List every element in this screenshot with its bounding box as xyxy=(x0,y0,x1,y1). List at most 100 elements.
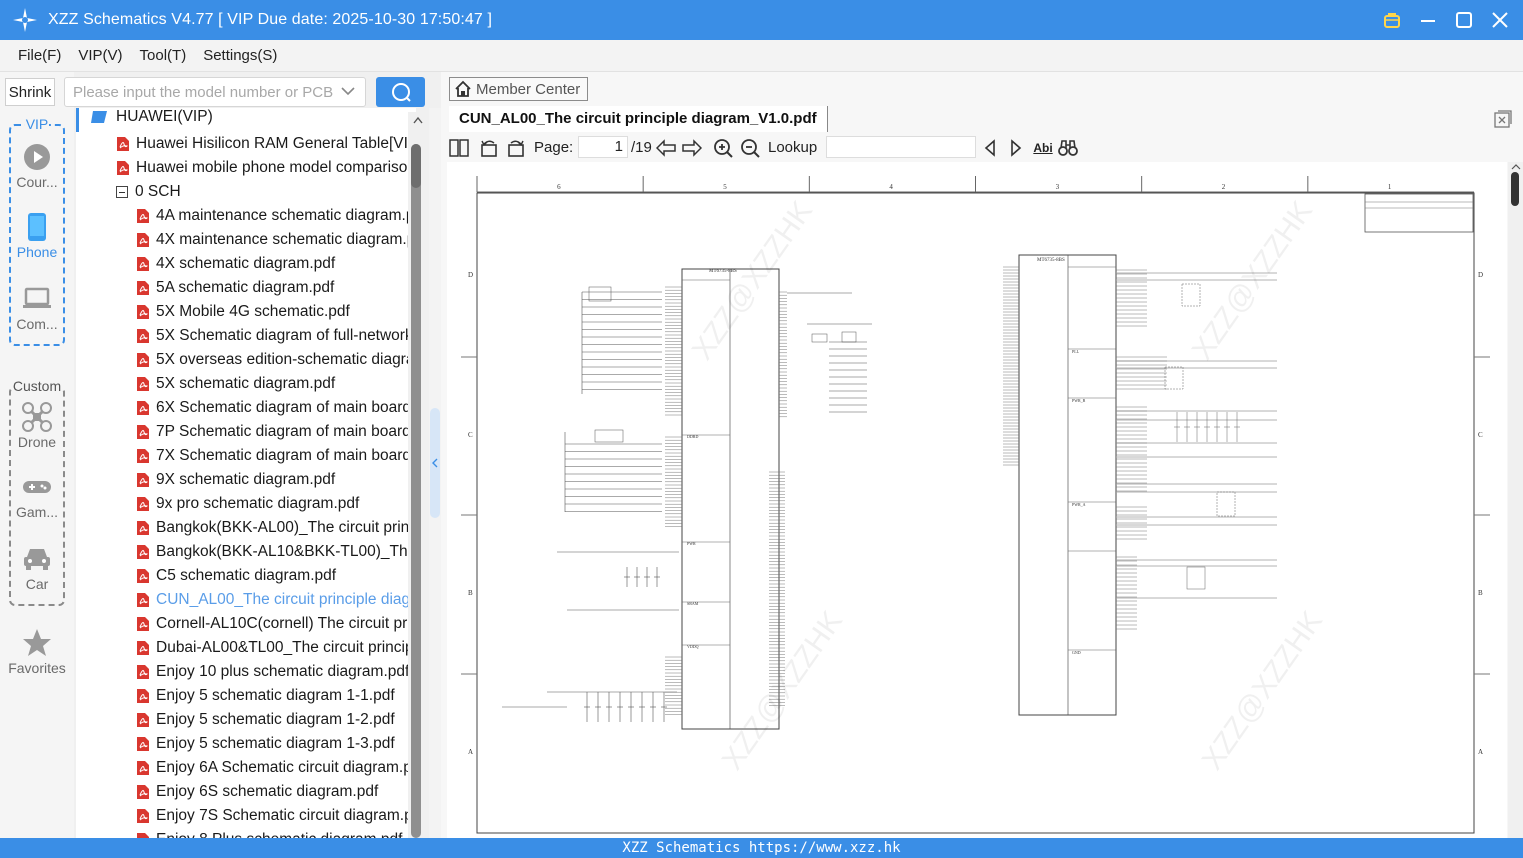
block-label: PWR_A xyxy=(1072,502,1086,507)
tree-file-row[interactable]: 4A maintenance schematic diagram.p xyxy=(136,204,414,228)
tree-file-row[interactable]: 5X Mobile 4G schematic.pdf xyxy=(136,300,350,324)
scroll-up-icon[interactable] xyxy=(1511,164,1521,170)
previous-page-icon[interactable] xyxy=(656,138,676,158)
zoom-out-icon[interactable] xyxy=(740,138,760,158)
maximize-button[interactable] xyxy=(1453,9,1475,31)
next-page-icon[interactable] xyxy=(682,138,702,158)
tree-file-row[interactable]: 7P Schematic diagram of main board xyxy=(136,420,411,444)
binoculars-icon[interactable] xyxy=(1058,138,1078,158)
search-button[interactable] xyxy=(376,77,425,107)
tree-folder-row[interactable]: 0 SCH xyxy=(116,180,181,204)
tree-scroll-track xyxy=(411,144,421,838)
tree-file-row[interactable]: 5X schematic diagram.pdf xyxy=(136,372,335,396)
component-box xyxy=(1216,491,1236,517)
pdf-file-icon xyxy=(137,785,149,799)
tree-file-row[interactable]: Enjoy 7S Schematic circuit diagram.pc xyxy=(136,804,416,828)
rotate-right-icon[interactable] xyxy=(506,138,526,158)
tree-file-row[interactable]: Enjoy 10 plus schematic diagram.pdf xyxy=(136,660,409,684)
tree-scrollbar[interactable] xyxy=(408,112,428,838)
find-next-icon[interactable] xyxy=(1006,138,1026,158)
minimize-button[interactable] xyxy=(1417,9,1439,31)
tree-file-row[interactable]: 5A schematic diagram.pdf xyxy=(136,276,334,300)
chip-body xyxy=(1018,254,1117,716)
rotate-left-icon[interactable] xyxy=(479,138,499,158)
vip-bag-icon[interactable] xyxy=(1381,9,1403,31)
tree-file-row[interactable]: Enjoy 5 schematic diagram 1-1.pdf xyxy=(136,684,395,708)
phone-icon xyxy=(22,212,52,242)
tree-file-row[interactable]: Huawei mobile phone model compariso xyxy=(116,156,407,180)
tree-file-row[interactable]: Cornell-AL10C(cornell) The circuit pri xyxy=(136,612,411,636)
tree-file-row[interactable]: Enjoy 6A Schematic circuit diagram.p xyxy=(136,756,412,780)
match-case-icon[interactable]: Abi xyxy=(1031,138,1055,158)
tree-file-row[interactable]: 9X schematic diagram.pdf xyxy=(136,468,335,492)
category-favorites[interactable]: Favorites xyxy=(0,628,74,676)
document-tab[interactable]: CUN_AL00_The circuit principle diagram_V… xyxy=(449,106,828,132)
tree-file-label: Enjoy 6S schematic diagram.pdf xyxy=(156,783,379,800)
menu-vip[interactable]: VIP(V) xyxy=(78,47,122,64)
chevron-down-icon[interactable] xyxy=(341,86,355,96)
tree-file-label: Enjoy 10 plus schematic diagram.pdf xyxy=(156,663,410,680)
tree-scroll-thumb[interactable] xyxy=(411,144,421,188)
category-course[interactable]: Cour... xyxy=(0,142,74,190)
category-label: Favorites xyxy=(8,660,66,676)
search-input[interactable]: Please input the model number or PCB xyxy=(64,77,366,107)
tree-file-label: Enjoy 5 schematic diagram 1-3.pdf xyxy=(156,735,395,752)
custom-group-label: Custom xyxy=(11,378,63,394)
watermark: XZZ@XZZHK xyxy=(716,605,849,776)
tree-file-row[interactable]: Bangkok(BKK-AL10&BKK-TL00)_The c xyxy=(136,540,416,564)
collapse-toggle[interactable] xyxy=(116,186,128,198)
close-document-icon[interactable] xyxy=(1494,110,1512,128)
zoom-in-icon[interactable] xyxy=(713,138,733,158)
tree-file-row[interactable]: 7X Schematic diagram of main board xyxy=(136,444,411,468)
tree-file-row[interactable]: 4X schematic diagram.pdf xyxy=(136,252,335,276)
tree-file-row[interactable]: 5X overseas edition-schematic diagra xyxy=(136,348,414,372)
category-computer[interactable]: Com... xyxy=(0,284,74,332)
page-total: /19 xyxy=(631,139,652,156)
tree-file-row[interactable]: 5X Schematic diagram of full-network xyxy=(136,324,413,348)
tree-file-row[interactable]: C5 schematic diagram.pdf xyxy=(136,564,336,588)
tree-file-label: Enjoy 6A Schematic circuit diagram.p xyxy=(156,759,412,776)
tree-file-row[interactable]: 6X Schematic diagram of main board xyxy=(136,396,411,420)
pdf-file-icon xyxy=(137,689,149,703)
tree-file-label: Dubai-AL00&TL00_The circuit princip xyxy=(156,639,414,656)
pdf-scroll-thumb[interactable] xyxy=(1511,172,1519,206)
category-car[interactable]: Car xyxy=(0,544,74,592)
play-icon xyxy=(22,142,52,172)
tree-file-row[interactable]: 4X maintenance schematic diagram.p xyxy=(136,228,415,252)
schematic-border xyxy=(476,192,1475,834)
pdf-scrollbar[interactable] xyxy=(1508,162,1523,838)
tree-file-row[interactable]: Bangkok(BKK-AL00)_The circuit princ xyxy=(136,516,416,540)
block-label: GND xyxy=(1072,650,1081,655)
tree-file-row[interactable]: Enjoy 6S schematic diagram.pdf xyxy=(136,780,378,804)
tree-file-row[interactable]: Enjoy 5 schematic diagram 1-3.pdf xyxy=(136,732,395,756)
lookup-input[interactable] xyxy=(826,136,976,158)
scroll-up-icon[interactable] xyxy=(413,116,423,124)
category-drone[interactable]: Drone xyxy=(0,402,74,450)
pdf-file-icon xyxy=(137,593,149,607)
tree-file-row[interactable]: Huawei Hisilicon RAM General Table[VIP xyxy=(116,132,416,156)
menu-settings[interactable]: Settings(S) xyxy=(203,47,277,64)
tree-file-row[interactable]: 9x pro schematic diagram.pdf xyxy=(136,492,359,516)
page-number-input[interactable]: 1 xyxy=(578,136,628,158)
splitter-handle[interactable] xyxy=(430,408,440,518)
two-page-icon[interactable] xyxy=(449,138,469,158)
panel-splitter[interactable] xyxy=(429,108,441,838)
tree-file-label: 4A maintenance schematic diagram.p xyxy=(156,207,415,224)
tree-file-row-selected[interactable]: CUN_AL00_The circuit principle diagra xyxy=(136,588,416,612)
tree-file-row[interactable]: Enjoy 5 schematic diagram 1-2.pdf xyxy=(136,708,395,732)
menu-tool[interactable]: Tool(T) xyxy=(140,47,187,64)
component-box xyxy=(1181,283,1201,307)
tree-file-row[interactable]: Dubai-AL00&TL00_The circuit princip xyxy=(136,636,414,660)
pdf-file-icon xyxy=(137,257,149,271)
tree-root-row[interactable]: HUAWEI(VIP) xyxy=(90,108,213,129)
category-game[interactable]: Gam... xyxy=(0,472,74,520)
menu-file[interactable]: File(F) xyxy=(18,47,61,64)
pdf-page-area[interactable]: 6 5 4 3 2 1 D D C C B B A A MT6735-8BS DDRD PWR SRAM VDDQ M… xyxy=(447,162,1507,838)
member-center-button[interactable]: Member Center xyxy=(449,77,588,101)
category-phone[interactable]: Phone xyxy=(0,212,74,260)
close-button[interactable] xyxy=(1489,9,1511,31)
find-previous-icon[interactable] xyxy=(980,138,1000,158)
tree-file-row[interactable]: Enjoy 8 Plus schematic diagram.pdf xyxy=(136,828,402,838)
row-label: A xyxy=(1478,748,1483,756)
shrink-button[interactable]: Shrink xyxy=(5,78,55,106)
